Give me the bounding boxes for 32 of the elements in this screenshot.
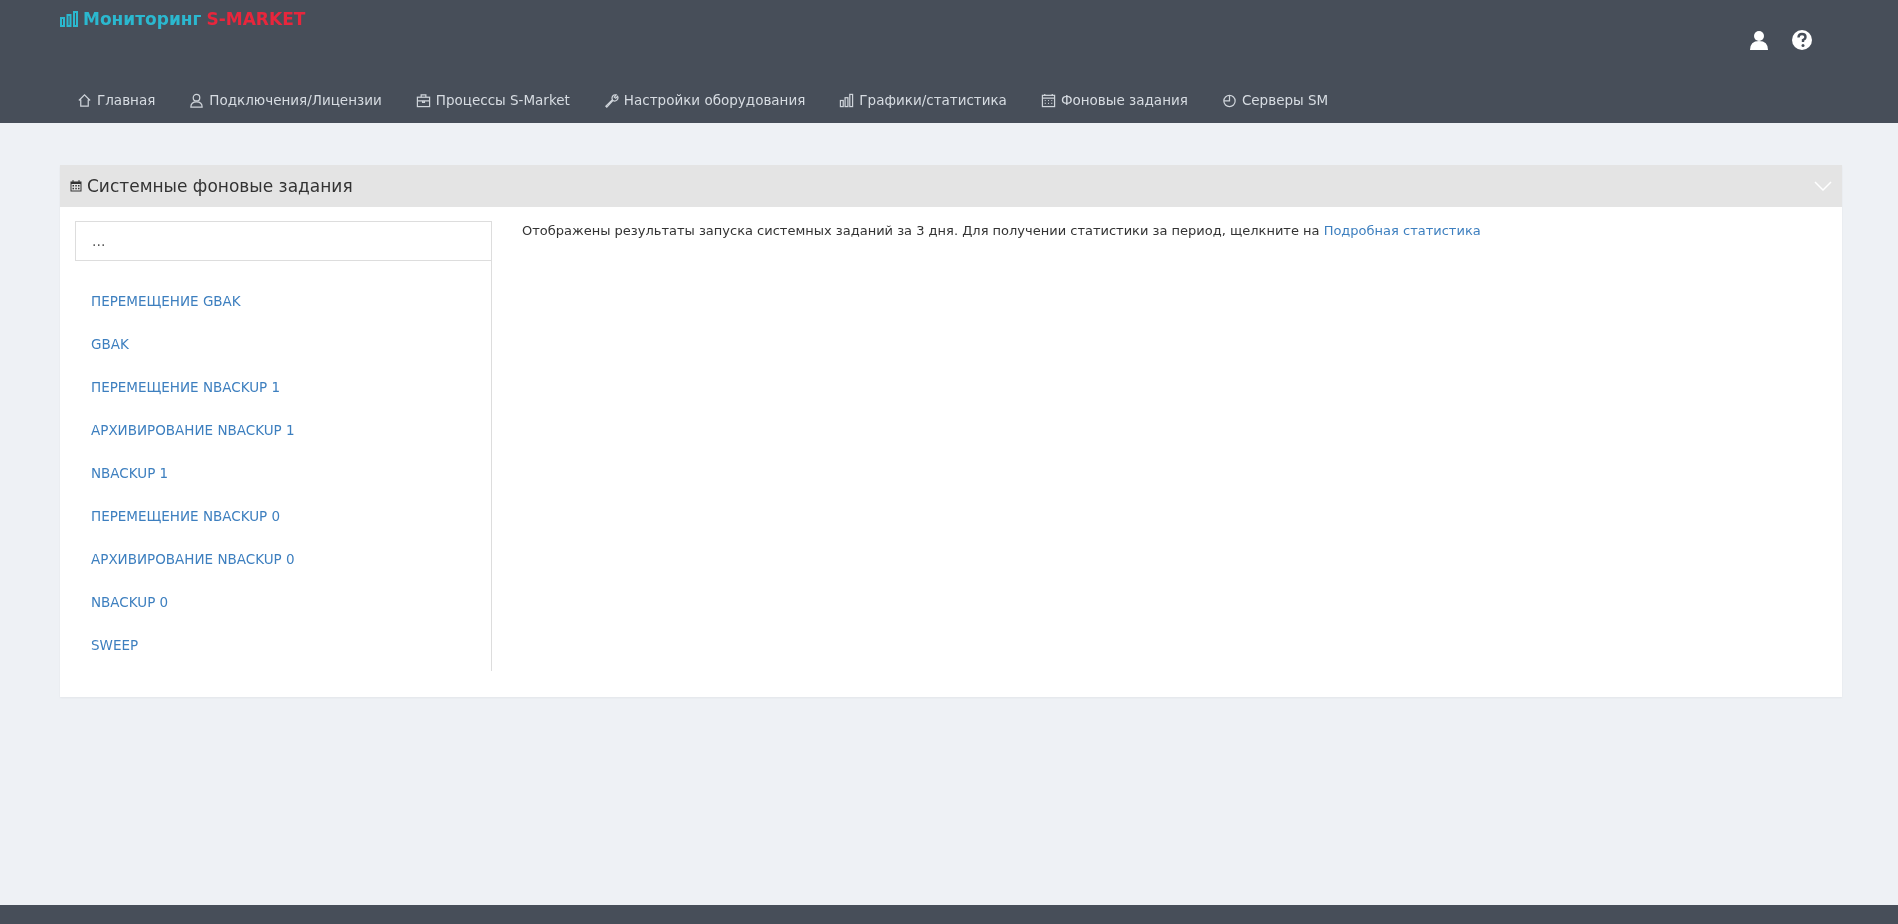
user-icon[interactable] bbox=[1749, 30, 1769, 50]
info-text: Отображены результаты запуска системных заданий за 3 дня. Для получении статистики за период, щелкните на Подробная статистика bbox=[522, 222, 1482, 240]
brand-title[interactable]: Мониторинг bbox=[83, 9, 202, 29]
nav-link[interactable]: Серверы SM bbox=[1221, 92, 1329, 108]
home-icon bbox=[77, 92, 92, 108]
task-link[interactable]: SWEEP bbox=[91, 635, 139, 656]
task-link[interactable]: АРХИВИРОВАНИЕ NBACKUP 0 bbox=[91, 549, 295, 570]
briefcase-icon bbox=[415, 92, 431, 108]
task-link[interactable]: NBACKUP 0 bbox=[91, 592, 169, 613]
search-field[interactable]: ... bbox=[75, 221, 491, 261]
wrench-icon bbox=[603, 92, 619, 108]
nav-link[interactable]: Настройки оборудования bbox=[603, 92, 806, 108]
nav-link[interactable]: Главная bbox=[77, 92, 156, 108]
task-link[interactable]: ПЕРЕМЕЩЕНИЕ GBAK bbox=[91, 291, 241, 312]
task-link[interactable]: ПЕРЕМЕЩЕНИЕ NBACKUP 0 bbox=[91, 506, 281, 527]
nav-link[interactable]: Фоновые задания bbox=[1040, 92, 1188, 108]
task-link[interactable]: ПЕРЕМЕЩЕНИЕ NBACKUP 1 bbox=[91, 377, 281, 398]
calendar-icon bbox=[70, 180, 82, 192]
bar-chart-icon bbox=[839, 92, 855, 108]
bar-chart-icon bbox=[60, 11, 78, 27]
panel-title: Системные фоновые задания bbox=[87, 176, 353, 196]
help-icon[interactable] bbox=[1791, 29, 1813, 51]
task-link[interactable]: АРХИВИРОВАНИЕ NBACKUP 1 bbox=[91, 420, 295, 441]
calendar-icon bbox=[1040, 92, 1056, 108]
user-icon bbox=[189, 92, 205, 108]
nav-link[interactable]: Процессы S-Market bbox=[415, 92, 570, 108]
task-link[interactable]: NBACKUP 1 bbox=[91, 463, 169, 484]
nav-link[interactable]: Графики/статистика bbox=[839, 92, 1007, 108]
nav-link[interactable]: Подключения/Лицензии bbox=[189, 92, 382, 108]
task-link[interactable]: GBAK bbox=[91, 334, 129, 355]
clock-icon bbox=[1221, 92, 1237, 108]
statistics-link[interactable]: Подробная статистика bbox=[1323, 223, 1481, 238]
